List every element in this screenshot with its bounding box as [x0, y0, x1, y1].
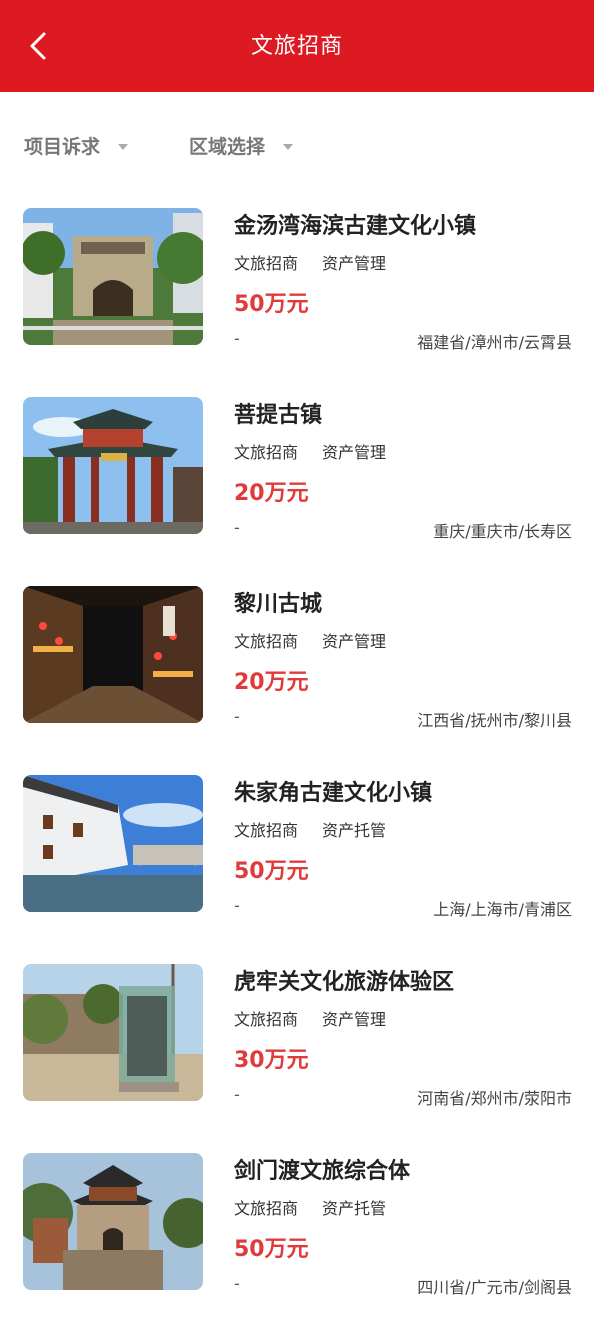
price: 20万元 [234, 670, 309, 695]
list-item[interactable]: 剑门渡文旅综合体 文旅招商 资产托管 50万元 - 四川省/广元市/剑阁县 [0, 1137, 594, 1325]
project-thumbnail [23, 775, 203, 912]
price: 20万元 [234, 481, 309, 506]
placeholder-dash: - [234, 329, 240, 348]
placeholder-dash: - [234, 707, 240, 726]
project-thumbnail [23, 208, 203, 345]
canal-town-photo-image [23, 775, 203, 912]
tag: 文旅招商 [234, 254, 299, 273]
region: 四川省/广元市/剑阁县 [417, 1278, 572, 1297]
project-thumbnail [23, 586, 203, 723]
region: 福建省/漳州市/云霄县 [417, 333, 572, 352]
tag-row: 文旅招商 资产托管 [234, 817, 386, 841]
tag: 资产管理 [322, 632, 387, 651]
tag: 文旅招商 [234, 1199, 299, 1218]
list-item[interactable]: 黎川古城 文旅招商 资产管理 20万元 - 江西省/抚州市/黎川县 [0, 570, 594, 758]
project-thumbnail [23, 1153, 203, 1290]
price: 30万元 [234, 1048, 309, 1073]
tag: 资产管理 [322, 443, 387, 462]
region: 上海/上海市/青浦区 [433, 900, 572, 919]
placeholder-dash: - [234, 1085, 240, 1104]
tag: 资产管理 [322, 1010, 387, 1029]
filter-label: 项目诉求 [24, 136, 101, 158]
tag-row: 文旅招商 资产管理 [234, 250, 386, 274]
tag: 文旅招商 [234, 443, 299, 462]
project-title: 金汤湾海滨古建文化小镇 [234, 214, 477, 239]
project-title: 朱家角古建文化小镇 [234, 781, 433, 806]
caret-down-icon [283, 143, 294, 150]
tag-row: 文旅招商 资产托管 [234, 1195, 386, 1219]
filter-label: 区域选择 [189, 136, 266, 158]
price: 50万元 [234, 1237, 309, 1262]
tag-row: 文旅招商 资产管理 [234, 439, 386, 463]
project-thumbnail [23, 397, 203, 534]
list-item[interactable]: 菩提古镇 文旅招商 资产管理 20万元 - 重庆/重庆市/长寿区 [0, 381, 594, 569]
project-title: 剑门渡文旅综合体 [234, 1159, 411, 1184]
list-item[interactable]: 朱家角古建文化小镇 文旅招商 资产托管 50万元 - 上海/上海市/青浦区 [0, 759, 594, 947]
filter-bar: 项目诉求 区域选择 [0, 92, 594, 192]
monument-photo-image [23, 964, 203, 1101]
placeholder-dash: - [234, 896, 240, 915]
tag: 资产托管 [322, 821, 387, 840]
tag-row: 文旅招商 资产管理 [234, 628, 386, 652]
region: 河南省/郑州市/荥阳市 [417, 1089, 572, 1108]
page-title: 文旅招商 [250, 34, 343, 59]
filter-project-demand[interactable]: 项目诉求 [24, 132, 129, 159]
region: 重庆/重庆市/长寿区 [433, 522, 572, 541]
tag: 文旅招商 [234, 632, 299, 651]
tag: 资产管理 [322, 254, 387, 273]
project-title: 菩提古镇 [234, 403, 323, 428]
top-app-bar: 文旅招商 [0, 0, 594, 92]
price: 50万元 [234, 292, 309, 317]
project-title: 虎牢关文化旅游体验区 [234, 970, 455, 995]
price: 50万元 [234, 859, 309, 884]
project-thumbnail [23, 964, 203, 1101]
project-title: 黎川古城 [234, 592, 323, 617]
night-street-photo-image [23, 586, 203, 723]
archway-photo-image [23, 397, 203, 534]
tower-photo-image [23, 1153, 203, 1290]
placeholder-dash: - [234, 518, 240, 537]
gate-photo-image [23, 208, 203, 345]
filter-region[interactable]: 区域选择 [189, 132, 294, 159]
list-item[interactable]: 金汤湾海滨古建文化小镇 文旅招商 资产管理 50万元 - 福建省/漳州市/云霄县 [0, 192, 594, 380]
region: 江西省/抚州市/黎川县 [417, 711, 572, 730]
tag: 文旅招商 [234, 821, 299, 840]
tag: 资产托管 [322, 1199, 387, 1218]
list-item[interactable]: 虎牢关文化旅游体验区 文旅招商 资产管理 30万元 - 河南省/郑州市/荥阳市 [0, 948, 594, 1136]
tag-row: 文旅招商 资产管理 [234, 1006, 386, 1030]
placeholder-dash: - [234, 1274, 240, 1293]
caret-down-icon [118, 143, 129, 150]
tag: 文旅招商 [234, 1010, 299, 1029]
